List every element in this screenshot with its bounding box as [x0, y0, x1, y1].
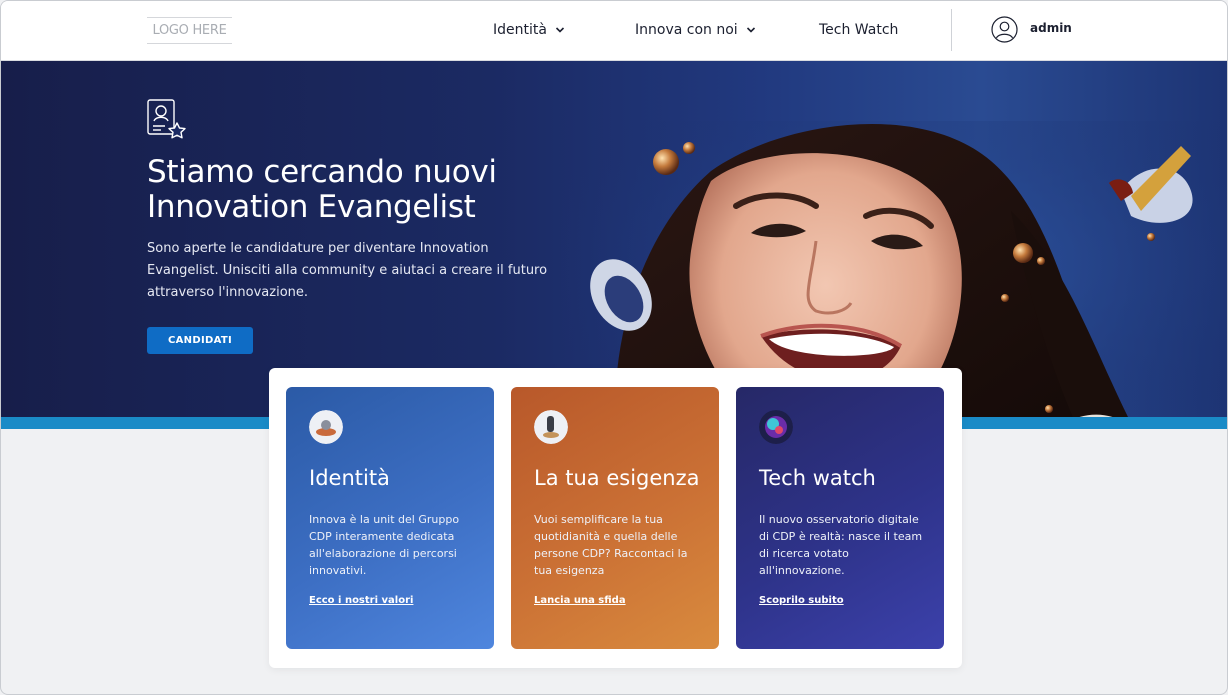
card-tech-icon	[759, 410, 793, 444]
header-divider	[951, 9, 952, 51]
card-link-challenge[interactable]: Lancia una sfida	[534, 595, 626, 606]
card-esigenza[interactable]: La tua esigenza Vuoi semplificare la tua…	[511, 387, 719, 649]
nav-tech-label: Tech Watch	[819, 22, 899, 38]
card-title: La tua esigenza	[534, 466, 700, 490]
chevron-down-icon	[555, 27, 565, 33]
certificate-star-icon	[147, 99, 186, 139]
nav-tech-watch[interactable]: Tech Watch	[819, 19, 898, 41]
username[interactable]: admin	[1030, 21, 1072, 35]
nav-innova-con-noi[interactable]: Innova con noi	[635, 19, 756, 41]
card-identita[interactable]: Identità Innova è la unit del Gruppo CDP…	[286, 387, 494, 649]
hero-title: Stiamo cercando nuovi Innovation Evangel…	[147, 154, 497, 225]
card-title: Tech watch	[759, 466, 876, 490]
user-avatar-icon[interactable]	[991, 16, 1018, 43]
chevron-down-icon	[746, 27, 755, 33]
nav-innova-label: Innova con noi	[635, 22, 738, 38]
card-title: Identità	[309, 466, 390, 490]
app-window: LOGO HERE Identità Innova con noi Tech W…	[0, 0, 1228, 695]
card-description: Innova è la unit del Gruppo CDP interame…	[309, 513, 460, 577]
card-description: Vuoi semplificare la tua quotidianità e …	[534, 513, 688, 577]
card-description: Il nuovo osservatorio digitale di CDP è …	[759, 513, 923, 577]
top-header: LOGO HERE Identità Innova con noi Tech W…	[1, 1, 1227, 61]
hero-description: Sono aperte le candidature per diventare…	[147, 241, 548, 300]
logo[interactable]: LOGO HERE	[147, 17, 232, 44]
nav-identita-label: Identità	[493, 22, 547, 38]
nav-identita[interactable]: Identità	[493, 19, 565, 41]
card-tech-watch[interactable]: Tech watch Il nuovo osservatorio digital…	[736, 387, 944, 649]
apply-button[interactable]: CANDIDATI	[147, 327, 253, 354]
card-need-icon	[534, 410, 568, 444]
card-identity-icon	[309, 410, 343, 444]
card-link-values[interactable]: Ecco i nostri valori	[309, 595, 413, 606]
card-link-discover[interactable]: Scoprilo subito	[759, 595, 844, 606]
hero-banner: Stiamo cercando nuovi Innovation Evangel…	[1, 61, 1227, 417]
